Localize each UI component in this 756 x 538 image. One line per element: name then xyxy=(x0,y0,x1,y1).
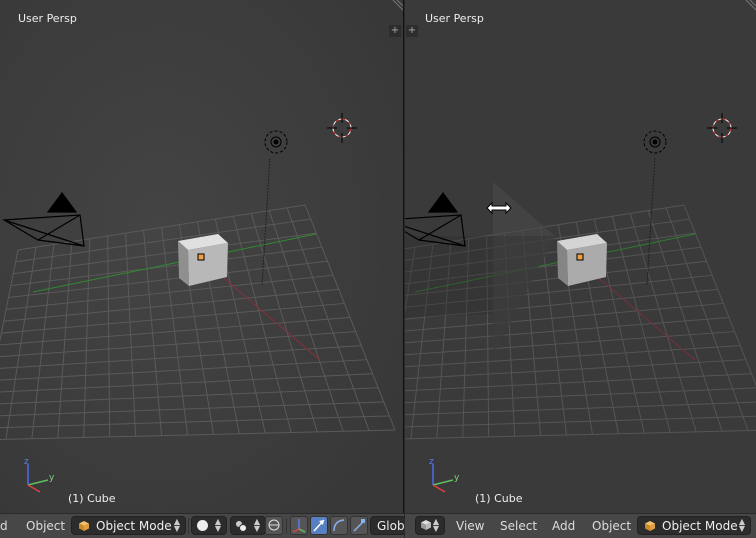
menu-select[interactable]: Select xyxy=(500,519,537,533)
svg-text:z: z xyxy=(24,457,29,467)
active-object-label: (1) Cube xyxy=(68,492,116,505)
resize-cursor-icon xyxy=(486,201,512,215)
viewport-title: User Persp xyxy=(18,12,77,25)
scene-left: z y xyxy=(0,0,403,513)
dropdown-arrows-icon: ▲ ▼ xyxy=(432,517,439,533)
menu-add[interactable]: Add xyxy=(552,519,575,533)
rotate-arc-icon xyxy=(333,519,345,532)
active-object-label: (1) Cube xyxy=(475,492,523,505)
menu-object[interactable]: Object xyxy=(26,519,65,533)
dropdown-arrows-icon: ▲ ▼ xyxy=(173,517,180,533)
object-mode-cube-icon xyxy=(79,521,89,531)
area-split-corner-icon[interactable] xyxy=(742,0,756,14)
orientation-dropdown[interactable]: Globa xyxy=(370,516,406,535)
scale-icon xyxy=(353,519,365,532)
scale-manipulator-button[interactable] xyxy=(350,516,368,535)
viewport-title: User Persp xyxy=(425,12,484,25)
mode-dropdown[interactable]: Object Mode ▲ ▼ xyxy=(71,516,186,535)
split-area-plus-icon[interactable]: + xyxy=(389,25,401,37)
mode-dropdown[interactable]: Object Mode ▲ ▼ xyxy=(637,516,751,535)
dropdown-arrows-icon: ▲ ▼ xyxy=(738,517,745,533)
svg-text:y: y xyxy=(49,473,55,483)
translate-manipulator-button[interactable] xyxy=(290,516,308,535)
dropdown-arrows-icon: ▲ ▼ xyxy=(214,517,221,533)
menu-object[interactable]: Object xyxy=(592,519,631,533)
translate-axes-icon xyxy=(292,519,306,533)
rotate-manipulator-button[interactable] xyxy=(330,516,348,535)
manipulator-toggle-button[interactable] xyxy=(265,516,283,535)
dropdown-arrows-icon: ▲ ▼ xyxy=(253,517,260,533)
viewport-left[interactable]: z y User Persp (1) Cube + xyxy=(0,0,404,513)
area-split-corner-icon[interactable] xyxy=(389,0,403,14)
object-mode-cube-icon xyxy=(645,521,655,531)
pivot-dropdown[interactable]: ▲ ▼ xyxy=(230,516,266,535)
viewport-header-left: d Object Object Mode ▲ ▼ ▲ ▼ ▲ ▼ Glob xyxy=(0,513,406,538)
editor-type-dropdown[interactable]: ▲ ▼ xyxy=(415,516,445,535)
manipulator-icon xyxy=(268,519,280,531)
mode-dropdown-label: Object Mode xyxy=(96,519,172,533)
menu-add-partial[interactable]: d xyxy=(0,519,8,533)
svg-text:z: z xyxy=(429,457,434,467)
menu-view[interactable]: View xyxy=(456,519,484,533)
cube-object[interactable] xyxy=(557,234,607,286)
svg-text:y: y xyxy=(454,473,460,483)
move-manipulator-button[interactable] xyxy=(310,516,328,535)
mode-dropdown-label: Object Mode xyxy=(662,519,738,533)
pivot-point-icon xyxy=(235,520,247,532)
solid-shading-icon xyxy=(197,520,208,531)
split-area-plus-icon[interactable]: + xyxy=(406,25,418,37)
viewport-header-right: ▲ ▼ View Select Add Object Object Mode ▲ ▼ xyxy=(405,513,756,538)
scene-right: z y xyxy=(405,0,756,513)
viewport-right[interactable]: z y User Persp (1) Cube + xyxy=(405,0,756,513)
3d-view-cube-icon xyxy=(421,520,431,530)
shading-dropdown[interactable]: ▲ ▼ xyxy=(191,516,227,535)
move-arrow-icon xyxy=(313,519,325,532)
cube-object[interactable] xyxy=(178,234,228,286)
orientation-dropdown-label: Globa xyxy=(377,519,405,533)
